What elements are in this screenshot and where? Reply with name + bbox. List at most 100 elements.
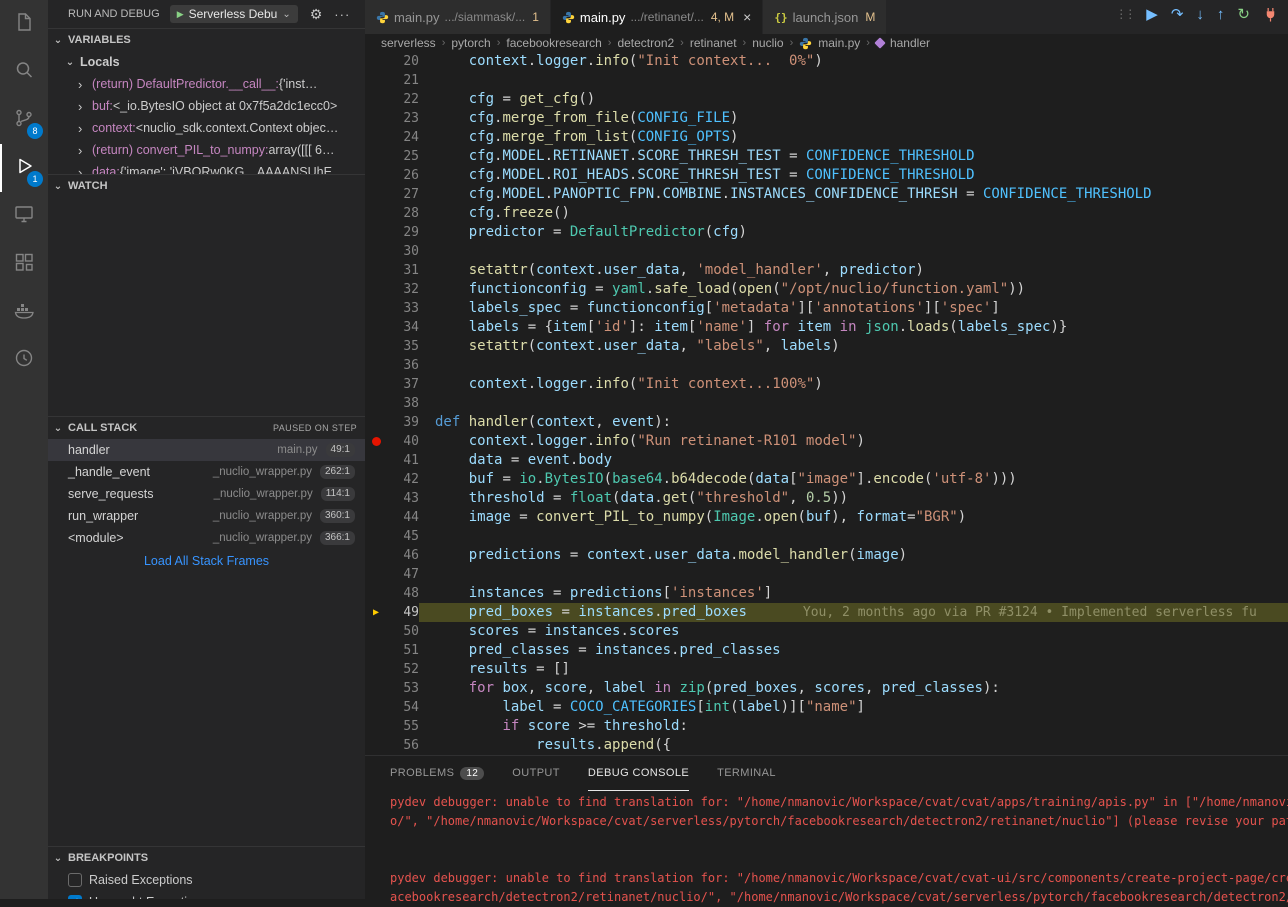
gutter[interactable]	[365, 565, 387, 584]
stack-frame[interactable]: run_wrapper_nuclio_wrapper.py360:1	[48, 505, 365, 527]
call-stack-header[interactable]: ⌄ CALL STACK PAUSED ON STEP	[48, 417, 365, 439]
code-line[interactable]: 45	[365, 527, 1288, 546]
gutter[interactable]	[365, 147, 387, 166]
gutter[interactable]	[365, 128, 387, 147]
gutter[interactable]	[365, 736, 387, 755]
gutter[interactable]	[365, 698, 387, 717]
code-line[interactable]: 37 context.logger.info("Init context...1…	[365, 375, 1288, 394]
gutter[interactable]	[365, 394, 387, 413]
code-line[interactable]: 33 labels_spec = functionconfig['metadat…	[365, 299, 1288, 318]
load-all-stack-frames-link[interactable]: Load All Stack Frames	[48, 554, 365, 568]
gutter[interactable]	[365, 185, 387, 204]
code-line[interactable]: 50 scores = instances.scores	[365, 622, 1288, 641]
gear-icon[interactable]: ⚙	[310, 6, 323, 23]
code-line[interactable]: 55 if score >= threshold:	[365, 717, 1288, 736]
code-line[interactable]: 27 cfg.MODEL.PANOPTIC_FPN.COMBINE.INSTAN…	[365, 185, 1288, 204]
sidebar-item-run-and-debug[interactable]: 1	[0, 144, 48, 192]
debug-console-output[interactable]: pydev debugger: unable to find translati…	[365, 791, 1288, 907]
breadcrumb-item[interactable]: handler	[890, 36, 930, 50]
breadcrumb-item[interactable]: pytorch	[451, 36, 490, 50]
start-debug-icon[interactable]: ▶	[177, 9, 184, 20]
sidebar-item-remote-explorer[interactable]	[0, 192, 48, 240]
code-line[interactable]: 48 instances = predictions['instances']	[365, 584, 1288, 603]
checkbox[interactable]	[68, 873, 82, 887]
gutter[interactable]	[365, 660, 387, 679]
gutter[interactable]	[365, 375, 387, 394]
variable-item[interactable]: ›(return) convert_PIL_to_numpy: array([[…	[48, 139, 365, 161]
sidebar-item-explorer[interactable]	[0, 0, 48, 48]
gutter[interactable]	[365, 223, 387, 242]
gutter[interactable]	[365, 451, 387, 470]
variable-item[interactable]: ›(return) DefaultPredictor.__call__: {'i…	[48, 73, 365, 95]
restart-button[interactable]: ↻	[1237, 7, 1250, 22]
gutter[interactable]	[365, 527, 387, 546]
disconnect-button[interactable]	[1263, 7, 1278, 22]
gutter[interactable]	[365, 204, 387, 223]
gutter[interactable]	[365, 299, 387, 318]
breadcrumb-item[interactable]: nuclio	[752, 36, 783, 50]
code-line[interactable]: 38	[365, 394, 1288, 413]
code-line[interactable]: 34 labels = {item['id']: item['name'] fo…	[365, 318, 1288, 337]
gutter[interactable]	[365, 546, 387, 565]
stack-frame[interactable]: serve_requests_nuclio_wrapper.py114:1	[48, 483, 365, 505]
code-line[interactable]: 31 setattr(context.user_data, 'model_han…	[365, 261, 1288, 280]
step-out-button[interactable]: ↑	[1217, 7, 1225, 22]
gutter[interactable]	[365, 508, 387, 527]
sidebar-item-source-control[interactable]: 8	[0, 96, 48, 144]
scope-locals[interactable]: ⌄ Locals	[48, 51, 365, 73]
gutter[interactable]	[365, 90, 387, 109]
drag-handle-icon[interactable]: ⋮⋮	[1115, 7, 1133, 21]
sidebar-item-misc[interactable]	[0, 336, 48, 384]
step-into-button[interactable]: ↓	[1196, 7, 1204, 22]
breadcrumb-item[interactable]: serverless	[381, 36, 436, 50]
tab-launch-json[interactable]: {} launch.json M	[763, 0, 887, 34]
code-line[interactable]: 53 for box, score, label in zip(pred_box…	[365, 679, 1288, 698]
stack-frame[interactable]: _handle_event_nuclio_wrapper.py262:1	[48, 461, 365, 483]
code-line[interactable]: 46 predictions = context.user_data.model…	[365, 546, 1288, 565]
tab-terminal[interactable]: TERMINAL	[717, 756, 776, 791]
gutter[interactable]	[365, 280, 387, 299]
gutter[interactable]	[365, 584, 387, 603]
stack-frame[interactable]: handlermain.py49:1	[48, 439, 365, 461]
breadcrumb-item[interactable]: retinanet	[690, 36, 737, 50]
code-line[interactable]: 51 pred_classes = instances.pred_classes	[365, 641, 1288, 660]
gutter[interactable]	[365, 679, 387, 698]
breakpoint-item[interactable]: ✓Uncaught Exceptions	[48, 891, 365, 899]
gutter[interactable]	[365, 641, 387, 660]
code-line[interactable]: 32 functionconfig = yaml.safe_load(open(…	[365, 280, 1288, 299]
code-line[interactable]: 28 cfg.freeze()	[365, 204, 1288, 223]
gutter[interactable]	[365, 109, 387, 128]
variable-item[interactable]: ›data: {'image': 'iVBORw0KG…AAAANSUhE…	[48, 161, 365, 174]
code-line[interactable]: 26 cfg.MODEL.ROI_HEADS.SCORE_THRESH_TEST…	[365, 166, 1288, 185]
code-line[interactable]: 47	[365, 565, 1288, 584]
close-icon[interactable]: ×	[743, 9, 751, 25]
tab-main-py-siammask[interactable]: main.py .../siammask/... 1	[365, 0, 551, 34]
code-line[interactable]: 20 context.logger.info("Init context... …	[365, 52, 1288, 71]
code-line[interactable]: 23 cfg.merge_from_file(CONFIG_FILE)	[365, 109, 1288, 128]
gutter[interactable]	[365, 413, 387, 432]
debug-config-dropdown[interactable]: ▶ Serverless Debu ⌄	[170, 5, 298, 23]
variable-item[interactable]: ›buf: <_io.BytesIO object at 0x7f5a2dc1e…	[48, 95, 365, 117]
checkbox[interactable]: ✓	[68, 895, 82, 899]
code-line[interactable]: 56 results.append({	[365, 736, 1288, 755]
gutter[interactable]	[365, 242, 387, 261]
step-over-button[interactable]: ↷	[1171, 7, 1184, 22]
breadcrumb-item[interactable]: facebookresearch	[506, 36, 601, 50]
code-line[interactable]: 29 predictor = DefaultPredictor(cfg)	[365, 223, 1288, 242]
gutter[interactable]	[365, 71, 387, 90]
tab-main-py-retinanet[interactable]: main.py .../retinanet/... 4, M ×	[551, 0, 763, 34]
code-line[interactable]: ▶49 pred_boxes = instances.pred_boxesYou…	[365, 603, 1288, 622]
code-line[interactable]: 44 image = convert_PIL_to_numpy(Image.op…	[365, 508, 1288, 527]
stack-frame[interactable]: <module>_nuclio_wrapper.py366:1	[48, 527, 365, 549]
code-line[interactable]: 54 label = COCO_CATEGORIES[int(label)]["…	[365, 698, 1288, 717]
code-line[interactable]: 25 cfg.MODEL.RETINANET.SCORE_THRESH_TEST…	[365, 147, 1288, 166]
code-line[interactable]: 42 buf = io.BytesIO(base64.b64decode(dat…	[365, 470, 1288, 489]
code-line[interactable]: 30	[365, 242, 1288, 261]
code-line[interactable]: 41 data = event.body	[365, 451, 1288, 470]
breakpoints-header[interactable]: ⌄ BREAKPOINTS	[48, 847, 365, 869]
watch-header[interactable]: ⌄ WATCH	[48, 175, 365, 197]
gutter[interactable]	[365, 356, 387, 375]
variable-item[interactable]: ›context: <nuclio_sdk.context.Context ob…	[48, 117, 365, 139]
breakpoint-icon[interactable]	[372, 437, 381, 446]
gutter[interactable]	[365, 261, 387, 280]
